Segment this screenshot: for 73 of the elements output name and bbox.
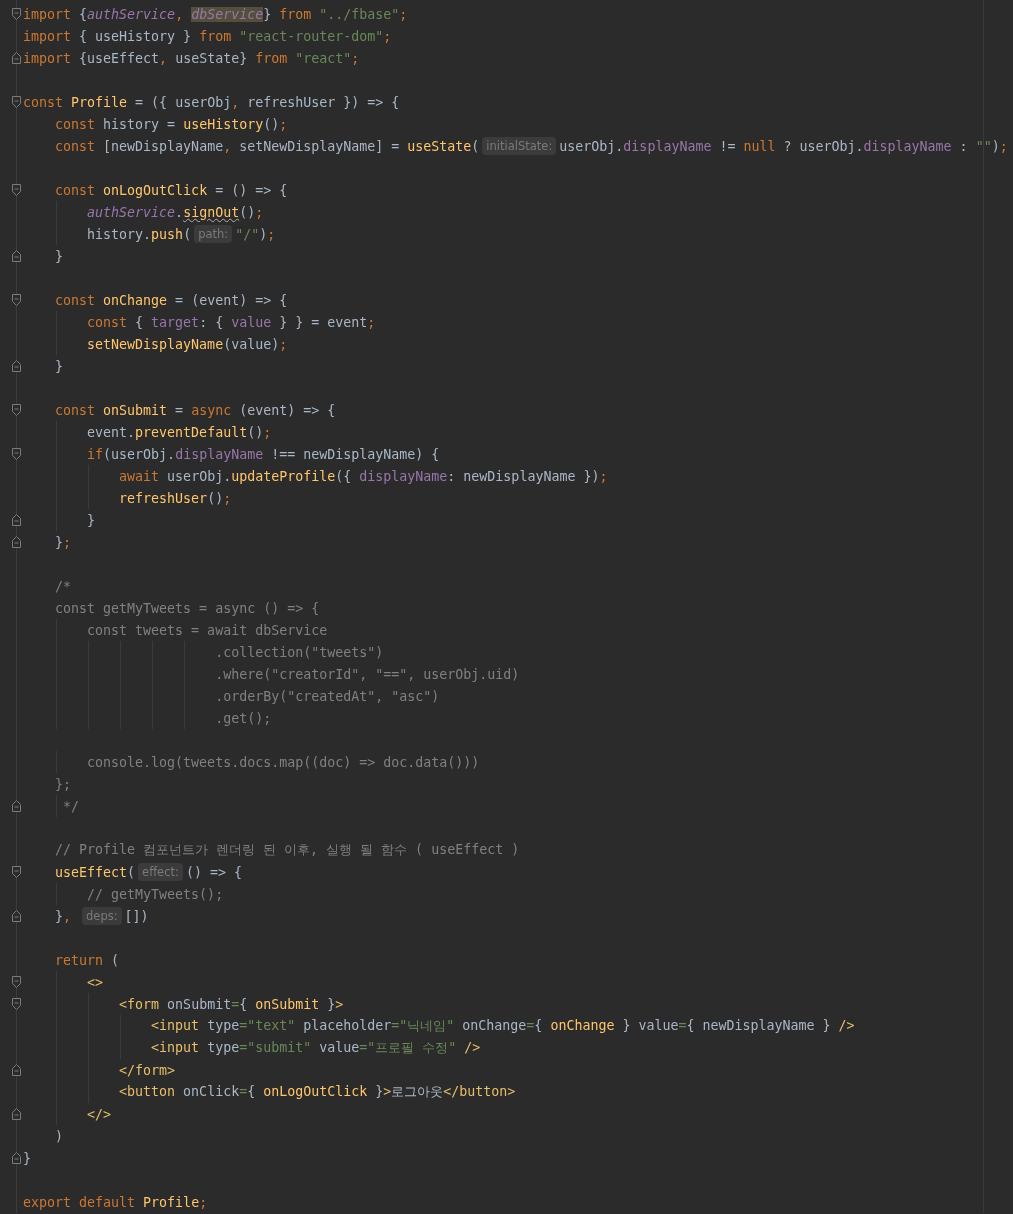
- code-text: const [newDisplayName, setNewDisplayName] = useState(: [54, 138, 480, 154]
- fold-marker-icon[interactable]: [12, 514, 21, 526]
- code-text: const Profile = ({ userObj, refreshUser }) => {: [23, 94, 400, 110]
- code-text: */: [62, 798, 80, 814]
- fold-marker-icon[interactable]: [12, 1152, 21, 1164]
- code-text: export default Profile;: [23, 1194, 208, 1210]
- fold-marker-icon[interactable]: [12, 96, 21, 108]
- code-text: <>: [86, 974, 104, 990]
- code-text: authService.signOut();: [86, 204, 264, 220]
- code-text: // Profile 컴포넌트가 렌더링 된 이후, 실행 될 함수 ( useEffect ): [54, 841, 520, 859]
- code-text: </form>: [118, 1062, 176, 1078]
- parameter-hint: deps:: [82, 907, 122, 925]
- code-text: .collection("tweets"): [214, 644, 384, 660]
- code-text: console.log(tweets.docs.map((doc) => doc.data())): [86, 754, 480, 770]
- code-text: };: [54, 776, 72, 792]
- code-text: </>: [86, 1106, 112, 1122]
- code-text: }: [54, 358, 64, 374]
- code-text: const getMyTweets = async () => {: [54, 600, 320, 616]
- code-text: };: [54, 534, 72, 550]
- code-text: useEffect(: [54, 864, 136, 880]
- fold-marker-icon[interactable]: [12, 404, 21, 416]
- code-text: return (: [54, 952, 120, 968]
- code-text: setNewDisplayName(value);: [86, 336, 288, 352]
- code-text: .get();: [214, 710, 272, 726]
- code-text: }: [23, 1150, 31, 1166]
- fold-marker-icon[interactable]: [12, 1064, 21, 1076]
- code-text: const history = useHistory();: [54, 116, 288, 132]
- code-text: await userObj.updateProfile({ displayName: newDisplayName });: [118, 468, 608, 484]
- code-text: const onSubmit = async (event) => {: [54, 402, 336, 418]
- code-text: import { useHistory } from "react-router-dom";: [23, 28, 392, 44]
- code-text: history.push(: [86, 226, 192, 242]
- code-text: <form onSubmit={ onSubmit }>: [118, 996, 344, 1012]
- code-text: () => {: [185, 864, 242, 880]
- fold-marker-icon[interactable]: [12, 866, 21, 878]
- code-text: <input type="text" placeholder="닉네임" onChange={ onChange } value={ newDisplayName } />: [150, 1017, 855, 1035]
- fold-marker-icon[interactable]: [12, 998, 21, 1010]
- code-text: /*: [54, 578, 72, 594]
- code-text: // getMyTweets();: [86, 886, 224, 902]
- code-text: "/");: [235, 226, 276, 242]
- fold-marker-icon[interactable]: [12, 910, 21, 922]
- fold-marker-icon[interactable]: [12, 360, 21, 372]
- fold-marker-icon[interactable]: [12, 250, 21, 262]
- code-text: if(userObj.displayName !== newDisplayName) {: [86, 446, 440, 462]
- code-text: },: [54, 908, 73, 924]
- fold-marker-icon[interactable]: [12, 294, 21, 306]
- code-text: event.preventDefault();: [86, 424, 272, 440]
- fold-marker-icon[interactable]: [12, 800, 21, 812]
- code-text: const tweets = await dbService: [86, 622, 328, 638]
- code-text: import {authService, dbService} from "../fbase";: [23, 6, 408, 22]
- code-text: const onLogOutClick = () => {: [54, 182, 288, 198]
- parameter-hint: initialState:: [482, 137, 557, 155]
- parameter-hint: effect:: [138, 863, 183, 881]
- fold-marker-icon[interactable]: [12, 52, 21, 64]
- code-text: const { target: { value } } = event;: [86, 314, 376, 330]
- parameter-hint: path:: [194, 225, 233, 243]
- code-text: const onChange = (event) => {: [54, 292, 288, 308]
- code-text: <button onClick={ onLogOutClick }>로그아웃</button>: [118, 1083, 516, 1101]
- code-text: .orderBy("createdAt", "asc"): [214, 688, 440, 704]
- code-text: ): [54, 1128, 64, 1144]
- fold-marker-icon[interactable]: [12, 536, 21, 548]
- code-text: userObj.displayName != null ? userObj.displayName : "");: [559, 138, 1008, 154]
- code-text: refreshUser();: [118, 490, 232, 506]
- code-text: }: [54, 248, 64, 264]
- code-text: .where("creatorId", "==", userObj.uid): [214, 666, 520, 682]
- fold-marker-icon[interactable]: [12, 448, 21, 460]
- fold-marker-icon[interactable]: [12, 1108, 21, 1120]
- fold-marker-icon[interactable]: [12, 8, 21, 20]
- code-text: }: [86, 512, 96, 528]
- fold-marker-icon[interactable]: [12, 976, 21, 988]
- code-text: <input type="submit" value="프로필 수정" />: [150, 1039, 481, 1057]
- code-text: []): [124, 908, 149, 924]
- code-text: import {useEffect, useState} from "react";: [23, 50, 360, 66]
- fold-marker-icon[interactable]: [12, 184, 21, 196]
